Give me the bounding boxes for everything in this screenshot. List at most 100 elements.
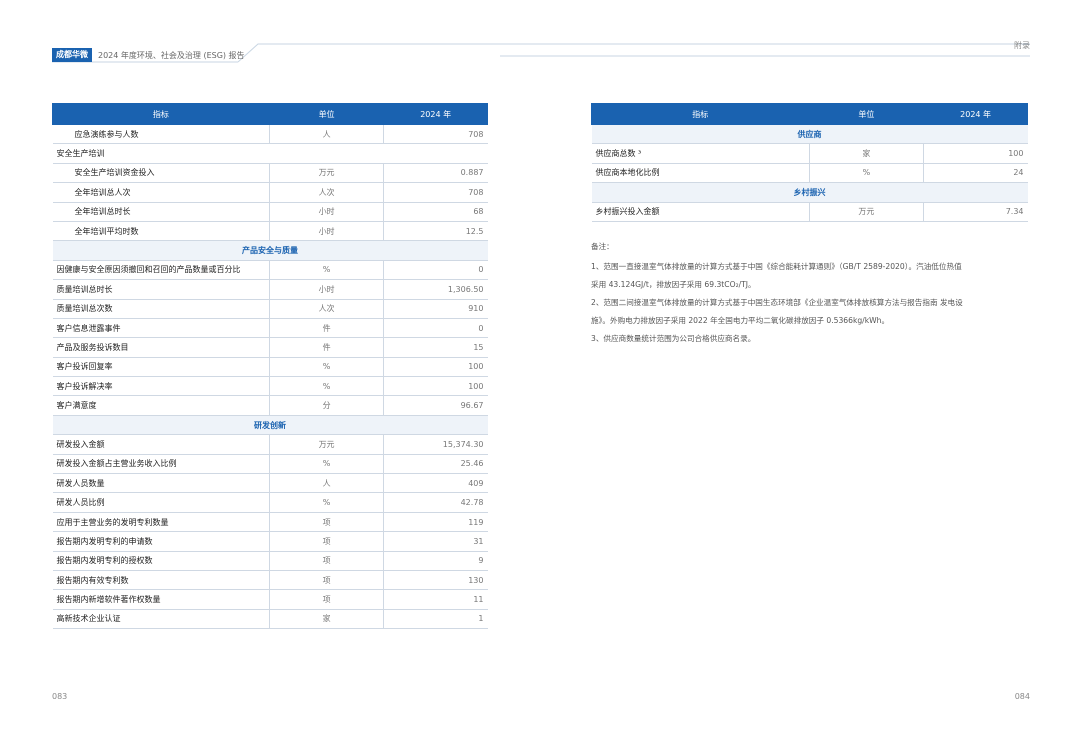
report-header: 成都华微 2024 年度环境、社会及治理 (ESG) 报告 (52, 48, 245, 62)
unit-cell: 小时 (268, 221, 385, 242)
indicator-cell: 研发投入金额 (52, 434, 270, 455)
unit-cell: 人次 (268, 182, 385, 203)
note-line: 施》。外购电力排放因子采用 2022 年全国电力平均二氧化碳排放因子 0.536… (591, 316, 890, 325)
table-row: 全年培训平均时数 小时 12.5 (52, 221, 488, 242)
unit-cell: 家 (268, 609, 385, 630)
value-cell: 9 (383, 551, 488, 571)
table-row: 高新技术企业认证家 1 (52, 609, 488, 630)
value-cell: 0.887 (383, 163, 488, 184)
value-cell: 24 (923, 163, 1028, 184)
notes-block: 备注： 1、范围一直接温室气体排放量的计算方式基于中国《综合能耗计算通则》（GB… (591, 238, 1031, 348)
indicator-cell: 安全生产培训资金投入 (52, 163, 270, 184)
notes-title: 备注： (591, 242, 614, 251)
indicator-cell: 研发人员比例 (52, 492, 270, 513)
column-header-indicator: 指标 (52, 103, 270, 125)
note-line: 3、供应商数量统计范围为公司合格供应商名录。 (591, 334, 756, 343)
value-cell: 1 (383, 609, 488, 630)
value-cell: 708 (383, 124, 488, 145)
indicator-cell: 报告期内发明专利的授权数 (52, 551, 270, 571)
value-cell: 12.5 (383, 221, 488, 242)
column-header-unit: 单位 (268, 103, 385, 125)
indicator-cell: 供应商本地化比例 (591, 163, 810, 184)
table-row: 应用于主营业务的发明专利数量项 119 (52, 512, 488, 533)
column-header-indicator: 指标 (591, 103, 810, 125)
table-row: 质量培训总次数 人次 910 (52, 299, 488, 319)
unit-cell: 项 (268, 570, 385, 591)
unit-cell: % (808, 163, 925, 184)
indicator-cell: 研发人员数量 (52, 473, 270, 494)
unit-cell: 人 (268, 124, 385, 145)
table-row: 报告期内发明专利的申请数项 31 (52, 531, 488, 552)
indicator-cell: 乡村振兴投入金额 (591, 202, 810, 222)
unit-cell: 万元 (268, 163, 385, 184)
right-table-body: 供应商 供应商总数 ³ 家 100 供应商本地化比例% 24 乡村振兴 乡村振兴投入金额 万元 7… (591, 124, 1028, 222)
table-row: 供应商总数 ³ 家 100 (591, 143, 1028, 164)
section-row: 研发创新 (52, 415, 488, 436)
group-row: 安全生产培训 (52, 143, 488, 164)
value-cell: 708 (383, 182, 488, 203)
unit-cell: % (268, 357, 385, 378)
indicator-cell: 因健康与安全原因须撤回和召回的产品数量或百分比 (52, 260, 270, 281)
unit-cell: % (268, 454, 385, 475)
table-row: 研发人员比例% 42.78 (52, 492, 488, 513)
value-cell: 25.46 (383, 454, 488, 475)
right-data-table: 指标 单位 2024 年 供应商 供应商总数 ³ 家 100 供应商本地化比例% 24 乡村… (591, 103, 1028, 222)
value-cell: 409 (383, 473, 488, 494)
column-header-year: 2024 年 (383, 103, 488, 125)
table-row: 乡村振兴投入金额 万元 7.34 (591, 202, 1028, 222)
table-row: 客户投诉解决率% 100 (52, 376, 488, 397)
unit-cell: 小时 (268, 279, 385, 300)
unit-cell: 万元 (808, 202, 925, 222)
indicator-cell: 产品及服务投诉数目 (52, 337, 270, 358)
unit-cell: 项 (268, 512, 385, 533)
value-cell: 910 (383, 299, 488, 319)
table-row: 产品及服务投诉数目件 15 (52, 337, 488, 358)
value-cell: 15 (383, 337, 488, 358)
unit-cell: 件 (268, 337, 385, 358)
value-cell: 130 (383, 570, 488, 591)
indicator-cell: 报告期内新增软件著作权数量 (52, 589, 270, 610)
unit-cell: 分 (268, 395, 385, 416)
column-header-year: 2024 年 (923, 103, 1028, 125)
table-row: 客户投诉回复率% 100 (52, 357, 488, 378)
note-line: 2、范围二间接温室气体排放量的计算方式基于中国生态环境部《企业温室气体排放核算方… (591, 298, 963, 307)
indicator-cell: 全年培训总时长 (52, 202, 270, 222)
unit-cell: 万元 (268, 434, 385, 455)
table-row: 研发投入金额占主营业务收入比例% 25.46 (52, 454, 488, 475)
table-row: 报告期内有效专利数项 130 (52, 570, 488, 591)
value-cell: 31 (383, 531, 488, 552)
indicator-cell: 全年培训平均时数 (52, 221, 270, 242)
unit-cell: % (268, 376, 385, 397)
indicator-cell: 高新技术企业认证 (52, 609, 270, 630)
value-cell: 7.34 (923, 202, 1028, 222)
brand-logo: 成都华微 (52, 48, 92, 62)
indicator-cell: 客户投诉解决率 (52, 376, 270, 397)
indicator-cell: 客户投诉回复率 (52, 357, 270, 378)
indicator-cell: 全年培训总人次 (52, 182, 270, 203)
section-row: 供应商 (591, 124, 1028, 145)
unit-cell: 项 (268, 551, 385, 571)
unit-cell: 项 (268, 589, 385, 610)
indicator-cell: 报告期内有效专利数 (52, 570, 270, 591)
section-title: 供应商 (591, 124, 1028, 145)
indicator-cell: 应急演练参与人数 (52, 124, 270, 145)
value-cell: 15,374.30 (383, 434, 488, 455)
value-cell: 119 (383, 512, 488, 533)
table-row: 因健康与安全原因须撤回和召回的产品数量或百分比% 0 (52, 260, 488, 281)
table-row: 报告期内新增软件著作权数量项 11 (52, 589, 488, 610)
indicator-cell: 质量培训总时长 (52, 279, 270, 300)
indicator-cell: 应用于主营业务的发明专利数量 (52, 512, 270, 533)
table-row: 客户满意度分 96.67 (52, 395, 488, 416)
value-cell: 1,306.50 (383, 279, 488, 300)
value-cell: 42.78 (383, 492, 488, 513)
table-row: 研发投入金额 万元 15,374.30 (52, 434, 488, 455)
unit-cell: % (268, 492, 385, 513)
section-row: 乡村振兴 (591, 182, 1028, 203)
report-title: 2024 年度环境、社会及治理 (ESG) 报告 (98, 50, 245, 60)
table-row: 报告期内发明专利的授权数项 9 (52, 551, 488, 571)
indicator-cell: 研发投入金额占主营业务收入比例 (52, 454, 270, 475)
left-table-body: 应急演练参与人数人 708 安全生产培训 安全生产培训资金投入 万元 0.887 全年培训总… (52, 124, 488, 630)
column-header-unit: 单位 (808, 103, 925, 125)
value-cell: 96.67 (383, 395, 488, 416)
value-cell: 100 (923, 143, 1028, 164)
